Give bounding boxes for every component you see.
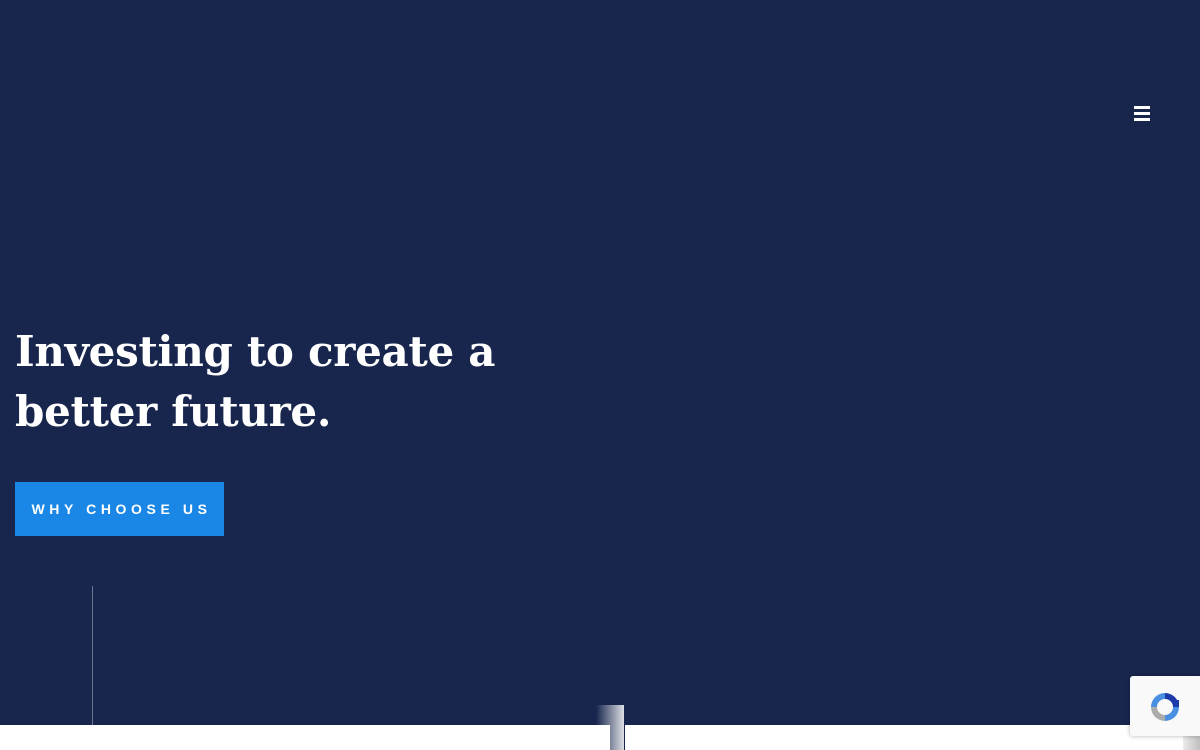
recaptcha-icon	[1151, 693, 1179, 721]
hero-title: Investing to create a better future.	[15, 327, 496, 436]
menu-bar-middle	[1134, 112, 1150, 115]
content-panel-left	[0, 725, 610, 750]
panel-left-fade	[596, 705, 624, 750]
why-choose-us-button[interactable]: WHY CHOOSE US	[15, 482, 224, 536]
menu-bar-top	[1134, 106, 1150, 109]
content-panel-right	[625, 725, 1200, 750]
menu-bar-bottom	[1134, 118, 1150, 121]
page: Investing to create a better future. WHY…	[0, 0, 1200, 750]
recaptcha-badge[interactable]	[1130, 676, 1200, 736]
hamburger-menu-icon[interactable]	[1132, 104, 1152, 124]
